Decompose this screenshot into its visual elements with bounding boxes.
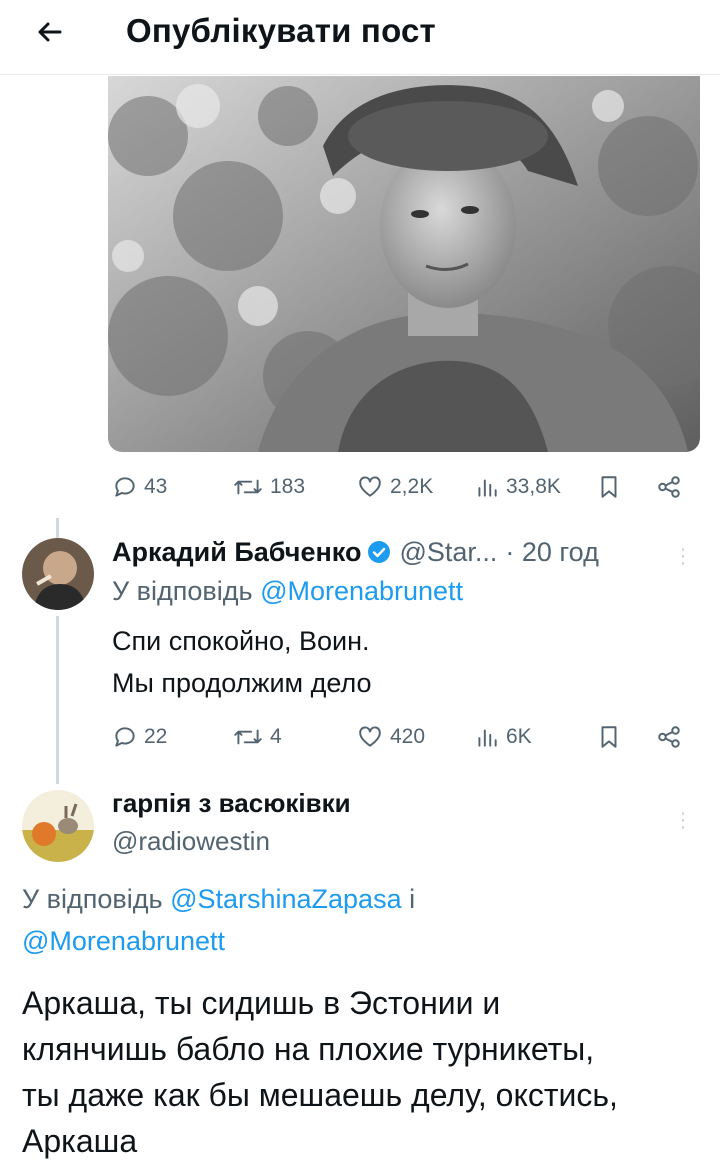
like-icon [359, 726, 381, 747]
post-time[interactable]: · 20 год [505, 537, 598, 568]
repost-button[interactable]: 183 [232, 474, 305, 500]
reply-icon [115, 727, 135, 747]
text-line: Мы продолжим дело [112, 668, 372, 698]
author-name[interactable]: гарпія з васюківки [112, 788, 351, 819]
text-line: клянчишь бабло на плохие турникеты, [22, 1031, 595, 1067]
repost-icon [234, 479, 262, 495]
reply-context: У відповідь @Morenabrunett [112, 576, 463, 607]
like-count: 420 [390, 725, 426, 748]
reply-text: Аркаша, ты сидишь в Эстонии и клянчишь б… [22, 980, 712, 1164]
share-button[interactable] [656, 474, 682, 500]
thread-line [56, 616, 59, 784]
share-icon [658, 726, 680, 748]
reply-button[interactable]: 22 [112, 724, 167, 750]
reply-context: У відповідь @StarshinaZapasa і @Morenabr… [22, 878, 702, 962]
repost-count: 183 [270, 475, 306, 498]
reply-text: Спи спокойно, Воин. Мы продолжим дело [112, 620, 372, 704]
like-button[interactable]: 2,2K [356, 474, 433, 500]
post-photo[interactable] [108, 76, 700, 452]
share-icon [658, 476, 680, 498]
bookmark-button[interactable] [596, 724, 622, 750]
repost-count: 4 [270, 725, 282, 748]
text-line: Аркаша [22, 1123, 138, 1159]
like-icon [359, 476, 381, 497]
reply-icon [115, 477, 135, 497]
more-icon[interactable]: · · · [678, 539, 688, 573]
reply-header: Аркадий Бабченко @Star... · 20 год [112, 534, 692, 570]
views-icon [478, 479, 497, 497]
share-button[interactable] [656, 724, 682, 750]
like-count: 2,2K [390, 475, 434, 498]
like-button[interactable]: 420 [356, 724, 425, 750]
avatar[interactable] [22, 538, 94, 610]
reply-count: 22 [144, 725, 168, 748]
author-handle[interactable]: @Star... [399, 537, 497, 568]
mention-link[interactable]: @Morenabrunett [22, 926, 225, 956]
bookmark-icon [601, 476, 617, 498]
reply-action-bar: 22 4 420 6K [0, 718, 720, 758]
views-button[interactable]: 33,8K [474, 474, 561, 500]
text-line: ты даже как бы мешаешь делу, окстись, [22, 1077, 618, 1113]
bookmark-button[interactable] [596, 474, 622, 500]
views-count: 33,8K [506, 475, 561, 498]
avatar[interactable] [22, 790, 94, 862]
reply-prefix: У відповідь [112, 576, 261, 606]
author-name[interactable]: Аркадий Бабченко [112, 537, 361, 568]
text-line: Спи спокойно, Воин. [112, 626, 370, 656]
verified-icon [367, 540, 391, 564]
back-arrow-icon[interactable] [30, 12, 70, 52]
reply-prefix: У відповідь [22, 884, 171, 914]
views-button[interactable]: 6K [474, 724, 532, 750]
repost-button[interactable]: 4 [232, 724, 282, 750]
mention-link[interactable]: @StarshinaZapasa [170, 884, 402, 914]
post-action-bar: 43 183 2,2K 33,8K [0, 466, 720, 506]
more-icon[interactable]: · · · [678, 803, 688, 837]
thread-line [56, 518, 59, 538]
author-handle[interactable]: @radiowestin [112, 826, 270, 857]
mention-link[interactable]: @Morenabrunett [260, 576, 463, 606]
text-line: Аркаша, ты сидишь в Эстонии и [22, 985, 501, 1021]
reply-and: і [401, 884, 416, 914]
views-icon [478, 729, 497, 747]
reply-count: 43 [144, 475, 168, 498]
reply-button[interactable]: 43 [112, 474, 167, 500]
views-count: 6K [506, 725, 532, 748]
page-title: Опублікувати пост [126, 12, 436, 49]
bookmark-icon [601, 726, 617, 748]
repost-icon [234, 729, 262, 745]
